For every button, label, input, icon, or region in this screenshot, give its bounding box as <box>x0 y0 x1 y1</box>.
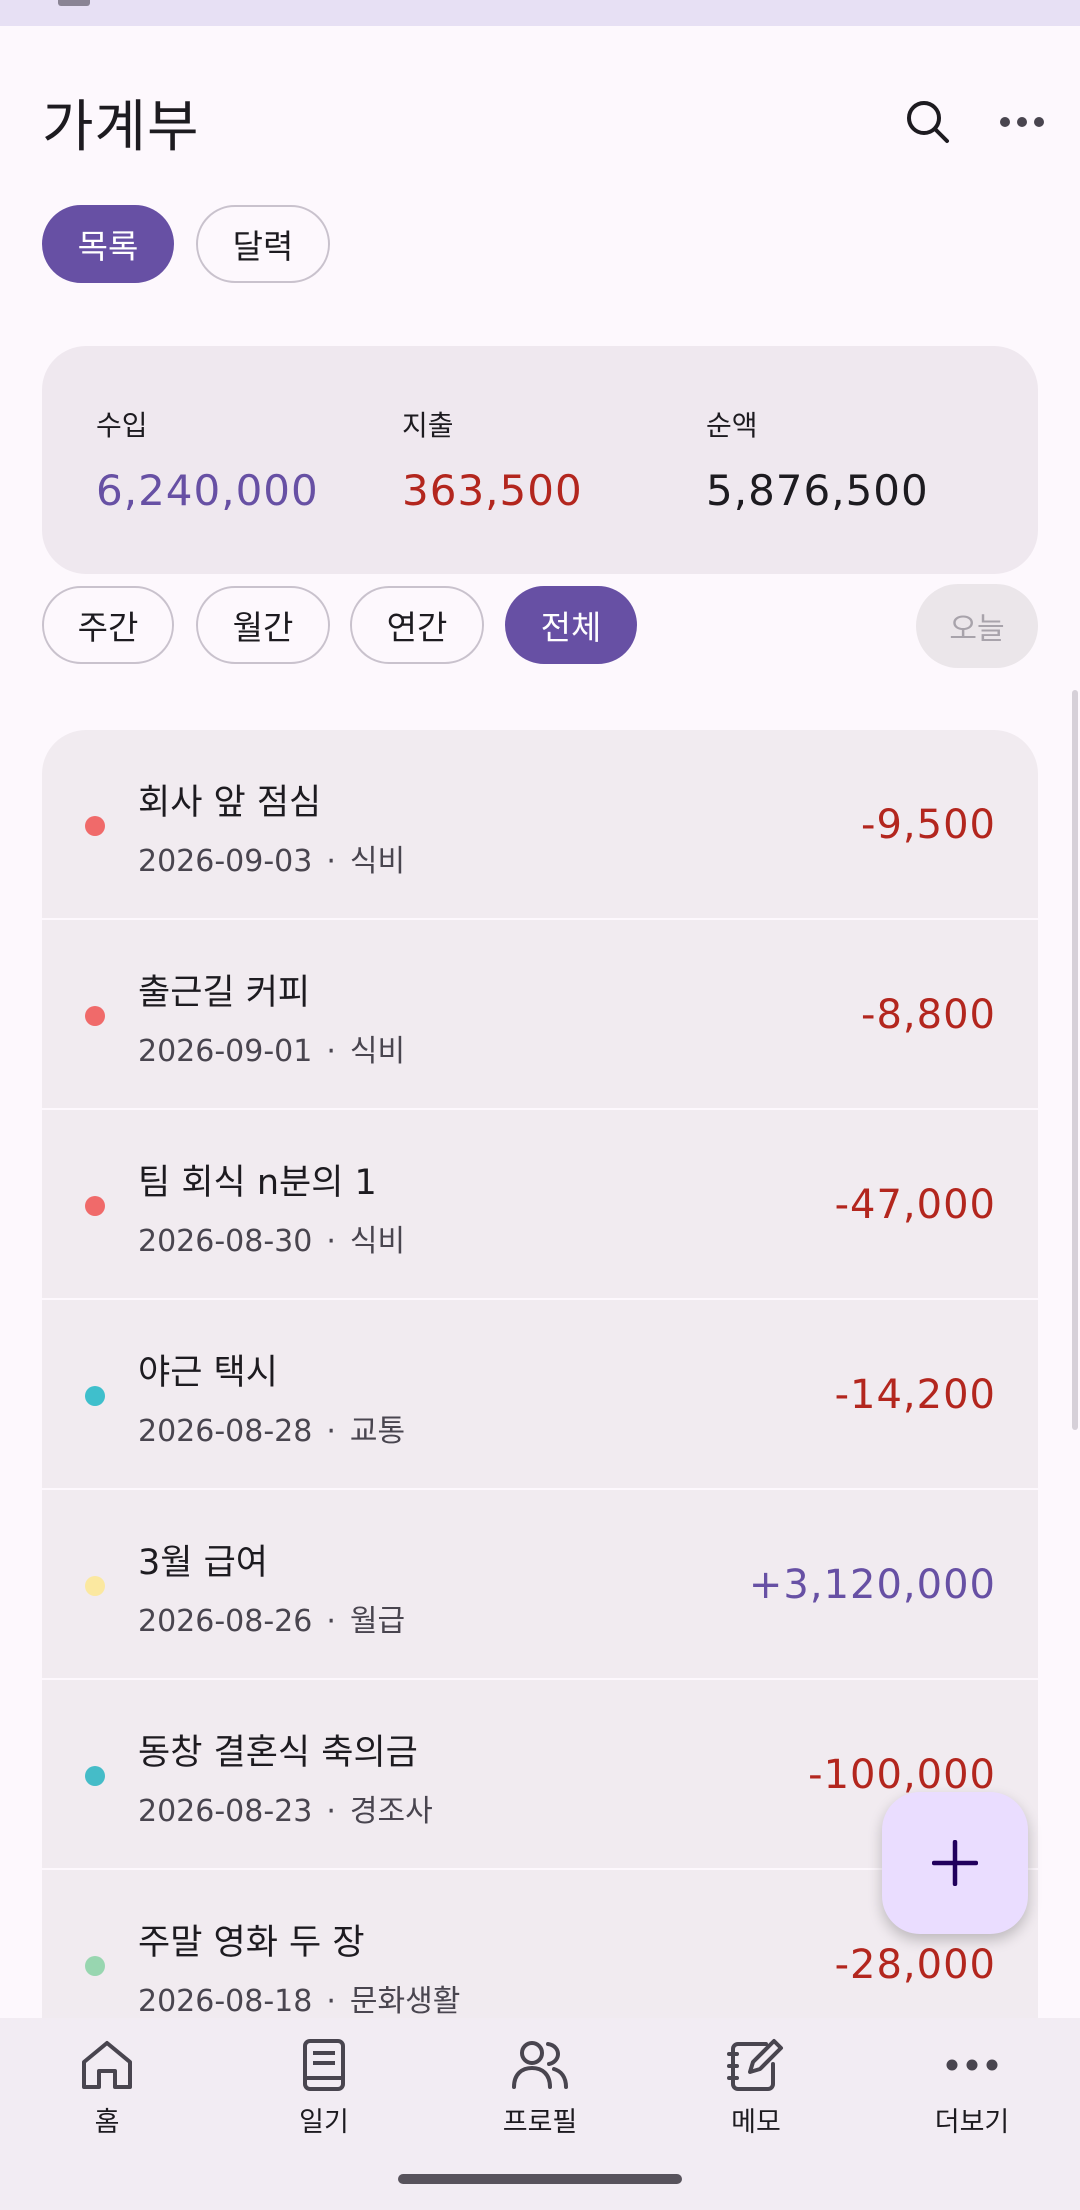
nav-profile[interactable]: 프로필 <box>440 2036 640 2139</box>
transaction-title: 출근길 커피 <box>138 973 311 1013</box>
meta-separator: · <box>326 1224 336 1259</box>
filter-yearly[interactable]: 연간 <box>350 586 484 664</box>
income-summary: 수입 6,240,000 <box>96 404 319 515</box>
summary-card: 수입 6,240,000 지출 363,500 순액 5,876,500 <box>42 346 1038 574</box>
filter-monthly[interactable]: 월간 <box>196 586 330 664</box>
transaction-title: 주말 영화 두 장 <box>138 1923 365 1963</box>
nav-label-memo: 메모 <box>731 2107 781 2138</box>
transaction-date: 2026-09-03 <box>138 844 313 879</box>
more-options-button[interactable] <box>986 86 1058 158</box>
nav-label-home: 홈 <box>94 2107 120 2138</box>
transaction-amount: -47,000 <box>834 1182 996 1228</box>
expense-value: 363,500 <box>402 466 583 515</box>
transaction-meta: 2026-09-01 · 식비 <box>138 1026 405 1070</box>
home-icon <box>82 2041 132 2089</box>
transaction-category: 식비 <box>349 1224 406 1259</box>
nav-more[interactable]: 더보기 <box>872 2036 1072 2139</box>
transaction-amount: +3,120,000 <box>748 1562 996 1608</box>
transaction-date: 2026-08-23 <box>138 1794 313 1829</box>
list-item[interactable]: 야근 택시 2026-08-28 · 교통 -14,200 <box>42 1300 1038 1490</box>
expense-summary: 지출 363,500 <box>402 404 583 515</box>
meta-separator: · <box>326 1604 336 1639</box>
note-edit-icon <box>727 2039 783 2091</box>
transaction-title: 3월 급여 <box>138 1543 268 1583</box>
meta-separator: · <box>326 1034 336 1069</box>
transaction-date: 2026-08-18 <box>138 1984 313 2019</box>
net-label: 순액 <box>706 409 758 442</box>
more-horiz-icon <box>946 2059 998 2071</box>
category-dot <box>85 1006 105 1026</box>
net-value: 5,876,500 <box>706 466 929 515</box>
income-value: 6,240,000 <box>96 466 319 515</box>
meta-separator: · <box>326 1984 336 2019</box>
transaction-meta: 2026-08-18 · 문화생활 <box>138 1976 460 2020</box>
category-dot <box>85 1196 105 1216</box>
meta-separator: · <box>326 1794 336 1829</box>
scrollbar[interactable] <box>1072 690 1078 1430</box>
people-icon <box>512 2041 568 2089</box>
tab-list[interactable]: 목록 <box>42 205 174 283</box>
category-dot <box>85 1386 105 1406</box>
list-item[interactable]: 출근길 커피 2026-09-01 · 식비 -8,800 <box>42 920 1038 1110</box>
nav-label-diary: 일기 <box>299 2107 349 2138</box>
transaction-meta: 2026-09-03 · 식비 <box>138 836 405 880</box>
nav-memo[interactable]: 메모 <box>656 2036 856 2139</box>
transaction-meta: 2026-08-23 · 경조사 <box>138 1786 433 1830</box>
filter-weekly[interactable]: 주간 <box>42 586 174 664</box>
search-button[interactable] <box>892 86 964 158</box>
add-transaction-button[interactable] <box>882 1792 1028 1934</box>
transaction-amount: -28,000 <box>834 1942 996 1988</box>
transaction-amount: -9,500 <box>861 802 996 848</box>
transaction-title: 야근 택시 <box>138 1353 278 1393</box>
status-bar <box>0 0 1080 26</box>
transaction-category: 교통 <box>349 1414 406 1449</box>
transaction-category: 식비 <box>349 844 406 879</box>
category-dot <box>85 1956 105 1976</box>
category-dot <box>85 1576 105 1596</box>
transaction-meta: 2026-08-30 · 식비 <box>138 1216 405 1260</box>
gesture-bar <box>398 2174 682 2184</box>
list-item[interactable]: 회사 앞 점심 2026-09-03 · 식비 -9,500 <box>42 730 1038 920</box>
tab-calendar[interactable]: 달력 <box>196 205 330 283</box>
add-icon <box>932 1840 978 1886</box>
transaction-amount: -14,200 <box>834 1372 996 1418</box>
nav-diary[interactable]: 일기 <box>224 2036 424 2139</box>
transaction-date: 2026-08-30 <box>138 1224 313 1259</box>
category-dot <box>85 1766 105 1786</box>
nav-home[interactable]: 홈 <box>7 2036 207 2139</box>
transaction-category: 식비 <box>349 1034 406 1069</box>
status-bar-icon <box>58 0 90 6</box>
transaction-title: 회사 앞 점심 <box>138 783 322 823</box>
more-horiz-icon <box>1000 117 1044 127</box>
today-button[interactable]: 오늘 <box>916 584 1038 668</box>
list-item[interactable]: 3월 급여 2026-08-26 · 월급 +3,120,000 <box>42 1490 1038 1680</box>
transaction-date: 2026-08-28 <box>138 1414 313 1449</box>
transaction-date: 2026-08-26 <box>138 1604 313 1639</box>
transaction-category: 문화생활 <box>349 1984 461 2019</box>
net-summary: 순액 5,876,500 <box>706 404 929 515</box>
list-item[interactable]: 팀 회식 n분의 1 2026-08-30 · 식비 -47,000 <box>42 1110 1038 1300</box>
book-icon <box>303 2039 345 2091</box>
transaction-category: 경조사 <box>349 1794 433 1829</box>
filter-all[interactable]: 전체 <box>505 586 637 664</box>
transaction-meta: 2026-08-28 · 교통 <box>138 1406 405 1450</box>
category-dot <box>85 816 105 836</box>
meta-separator: · <box>326 844 336 879</box>
meta-separator: · <box>326 1414 336 1449</box>
transaction-title: 동창 결혼식 축의금 <box>138 1733 418 1773</box>
income-label: 수입 <box>96 409 148 442</box>
transaction-date: 2026-09-01 <box>138 1034 313 1069</box>
transaction-meta: 2026-08-26 · 월급 <box>138 1596 405 1640</box>
transaction-title: 팀 회식 n분의 1 <box>138 1163 377 1203</box>
page-title: 가계부 <box>42 95 200 160</box>
expense-label: 지출 <box>402 409 454 442</box>
transaction-category: 월급 <box>349 1604 406 1639</box>
transaction-amount: -8,800 <box>861 992 996 1038</box>
nav-label-profile: 프로필 <box>502 2107 578 2138</box>
search-icon <box>907 101 949 143</box>
nav-label-more: 더보기 <box>934 2107 1010 2138</box>
